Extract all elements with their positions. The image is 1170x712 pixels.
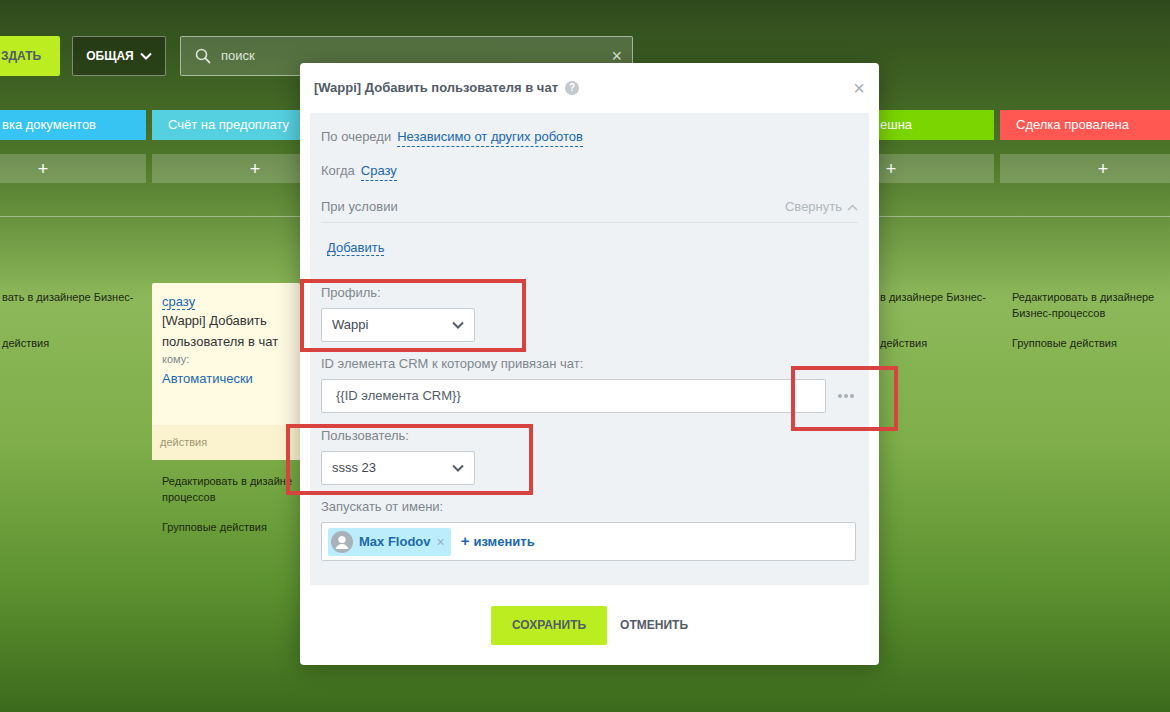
order-link[interactable]: Независимо от других роботов <box>397 128 583 147</box>
filter-label[interactable]: ОБЩАЯ <box>86 47 133 65</box>
stage-title[interactable]: вка документов <box>2 115 96 135</box>
group-actions-link[interactable]: Групповые действия <box>1012 335 1170 351</box>
highlight-box <box>791 366 898 431</box>
highlight-box <box>286 424 533 495</box>
chevron-up-icon <box>847 204 858 211</box>
designer-link[interactable]: Редактировать в дизайнере Бизнес-процесс… <box>1012 289 1162 321</box>
highlight-box <box>300 279 526 352</box>
form-field: Профиль: Wappi <box>321 285 858 342</box>
collapse-label[interactable]: Свернуть <box>785 195 842 219</box>
robot-to-label: кому: <box>162 352 290 366</box>
change-user-link[interactable]: +изменить <box>461 530 535 553</box>
add-robot-slot[interactable]: + <box>0 154 146 183</box>
robot-to[interactable]: Автоматически <box>162 369 290 389</box>
dots-icon <box>837 393 855 399</box>
create-label[interactable]: ЗДАТЬ <box>1 47 41 65</box>
user-chip[interactable]: Max Flodov × <box>328 528 451 556</box>
designer-link[interactable]: в дизайнере Бизнес- <box>880 289 994 305</box>
avatar-icon <box>331 531 353 553</box>
select-box[interactable]: ssss 23 <box>321 451 475 485</box>
create-button[interactable]: ЗДАТЬ <box>0 36 60 76</box>
add-condition-link[interactable]: Добавить <box>327 240 384 256</box>
stage-title[interactable]: ешна <box>880 115 912 135</box>
help-button[interactable]: ? <box>565 81 579 95</box>
stage-title[interactable]: Счёт на предоплату <box>168 115 289 135</box>
picker-button[interactable] <box>837 393 855 399</box>
form-field: Запускать от имени: Max Flodov × +изменить <box>321 499 858 561</box>
stage-header[interactable]: вка документов <box>0 110 146 140</box>
filter-button[interactable]: ОБЩАЯ <box>72 36 166 76</box>
condition-label: При условии <box>321 195 398 219</box>
robot-card[interactable]: сразу[Wappi] Добавить пользователя в чат… <box>152 283 300 460</box>
input-value[interactable]: {{ID элемента CRM}} <box>336 386 461 406</box>
chevron-down-icon <box>452 321 464 329</box>
chevron-down-icon <box>452 464 464 472</box>
stage-title[interactable]: Сделка провалена <box>1016 115 1129 135</box>
text-input[interactable]: {{ID элемента CRM}} <box>321 379 826 413</box>
plus-sign[interactable]: + <box>461 530 470 553</box>
select-box[interactable]: Wappi <box>321 308 475 342</box>
form-field: Пользователь: ssss 23 <box>321 428 858 485</box>
designer-link[interactable]: вать в дизайнере Бизнес- <box>2 289 146 305</box>
group-actions-link[interactable]: действия <box>2 335 146 351</box>
magnifier-icon <box>195 48 211 64</box>
robot-column: вать в дизайнере Бизнес-действия <box>0 283 146 535</box>
user-selector[interactable]: Max Flodov × +изменить <box>321 522 856 561</box>
when-link[interactable]: Сразу <box>361 162 397 181</box>
designer-link[interactable]: Редактировать в дизайне <box>162 473 312 489</box>
field-label: Запускать от имени: <box>321 499 858 515</box>
field-label: ID элемента CRM к которому привязан чат: <box>321 356 858 372</box>
close-button[interactable]: × <box>853 78 865 98</box>
designer-link[interactable]: процессов <box>162 489 312 505</box>
remove-button[interactable]: × <box>437 535 445 549</box>
robot-column: Редактировать в дизайнере Бизнес-процесс… <box>1000 283 1170 535</box>
dialog-footer: СОХРАНИТЬ ОТМЕНИТЬ <box>300 585 879 665</box>
select-value[interactable]: ssss 23 <box>332 458 376 478</box>
dialog-title: [Wappi] Добавить пользователя в чат <box>314 78 558 98</box>
add-robot-slot[interactable]: + <box>1000 154 1170 183</box>
collapse-toggle[interactable]: Свернуть <box>785 195 858 219</box>
chevron-down-icon <box>140 52 152 60</box>
dialog-body: По очереди Независимо от других роботов Ко… <box>310 113 869 585</box>
save-button[interactable]: СОХРАНИТЬ <box>491 606 607 645</box>
robot-title: [Wappi] Добавить пользователя в чат <box>162 310 290 352</box>
user-name[interactable]: Max Flodov <box>359 532 431 552</box>
stage-header[interactable]: Сделка провалена <box>1000 110 1170 140</box>
group-actions-link[interactable]: действия <box>880 335 994 351</box>
add-button[interactable]: + <box>250 160 261 178</box>
field-label: Пользователь: <box>321 428 858 444</box>
add-button[interactable]: + <box>1098 160 1109 178</box>
when-label: Когда <box>321 159 355 183</box>
select-value[interactable]: Wappi <box>332 315 368 335</box>
change-label[interactable]: изменить <box>473 532 534 552</box>
add-button[interactable]: + <box>38 160 49 178</box>
cancel-button[interactable]: ОТМЕНИТЬ <box>620 606 688 645</box>
order-label: По очереди <box>321 125 391 149</box>
button-label[interactable]: ОТМЕНИТЬ <box>620 616 688 634</box>
form-field: ID элемента CRM к которому привязан чат:… <box>321 356 858 413</box>
robot-footer[interactable]: действия <box>160 434 207 451</box>
add-button[interactable]: + <box>886 160 897 178</box>
field-label: Профиль: <box>321 285 858 301</box>
button-label[interactable]: СОХРАНИТЬ <box>512 616 586 634</box>
robot-when[interactable]: сразу <box>162 294 195 310</box>
robot-dialog: [Wappi] Добавить пользователя в чат?×По … <box>300 63 879 665</box>
